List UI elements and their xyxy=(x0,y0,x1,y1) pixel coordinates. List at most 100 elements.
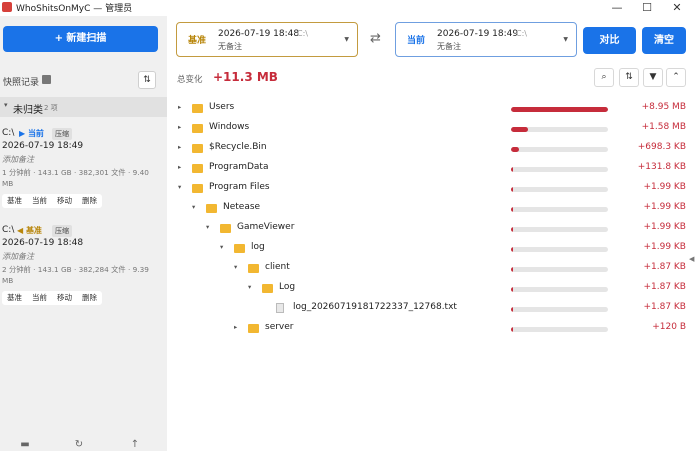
size-change-value: +1.87 KB xyxy=(643,282,686,292)
upload-icon[interactable]: ↑ xyxy=(128,439,142,450)
tree-row[interactable]: ▾ GameViewer +1.99 KB xyxy=(168,219,688,239)
size-change-bar xyxy=(511,167,608,172)
tree-row[interactable]: log_20260719181722337_12768.txt +1.87 KB xyxy=(168,299,688,319)
tree-item-name: client xyxy=(265,262,290,272)
chevron-right-icon[interactable]: ▸ xyxy=(178,103,181,111)
add-note-link[interactable]: 添加备注 xyxy=(2,251,34,262)
filter-icon[interactable]: ▼ xyxy=(643,68,663,87)
size-change-bar xyxy=(511,267,608,272)
delete-button[interactable]: 删除 xyxy=(77,194,102,208)
search-icon[interactable]: ⌕ xyxy=(594,68,614,87)
add-note-link[interactable]: 添加备注 xyxy=(2,154,34,165)
group-caret-icon[interactable]: ▾ xyxy=(4,101,8,109)
tree-item-name: log xyxy=(251,242,265,252)
size-change-bar-fill xyxy=(511,307,513,312)
minimize-icon[interactable]: — xyxy=(602,0,632,16)
base-label: 基准 xyxy=(188,36,207,46)
tree-row[interactable]: ▾ Netease +1.99 KB xyxy=(168,199,688,219)
folder-icon[interactable]: ▬ xyxy=(18,439,32,450)
group-name: 未归类 xyxy=(13,105,43,116)
tree-row[interactable]: ▸ ProgramData +131.8 KB xyxy=(168,159,688,179)
snapshot-info: 2 分钟前 · 143.1 GB · 382,284 文件 · 9.39 MB xyxy=(2,265,149,285)
set-current-button[interactable]: 当前 xyxy=(27,291,52,305)
size-change-bar xyxy=(511,287,608,292)
set-current-button[interactable]: 当前 xyxy=(27,194,52,208)
tree-item-name: Netease xyxy=(223,202,261,212)
clear-button[interactable]: 清空 xyxy=(642,27,686,54)
group-count: 2 项 xyxy=(44,104,58,112)
app-logo-icon xyxy=(2,2,12,12)
sort-icon[interactable]: ⇅ xyxy=(619,68,639,87)
base-drive: C:\ xyxy=(297,29,308,38)
size-change-value: +698.3 KB xyxy=(637,142,686,152)
total-change-label: 总变化 xyxy=(177,75,203,85)
refresh-icon[interactable]: ↻ xyxy=(72,439,86,450)
snapshot-time: 2026-07-19 18:49 xyxy=(2,141,84,151)
chevron-right-icon[interactable]: ▸ xyxy=(178,143,181,151)
close-icon[interactable]: ✕ xyxy=(662,0,692,16)
chevron-down-icon[interactable]: ▾ xyxy=(220,243,223,251)
move-button[interactable]: 移动 xyxy=(52,194,77,208)
size-change-bar xyxy=(511,227,608,232)
tree-item-name: Program Files xyxy=(209,182,270,192)
tree-row[interactable]: ▾ log +1.99 KB xyxy=(168,239,688,259)
collapse-icon[interactable]: ⌃ xyxy=(666,68,686,87)
scroll-handle-icon[interactable]: ◀ xyxy=(689,255,694,263)
snapshot-card[interactable]: C:\ ◀ 基准 压缩 2026-07-19 18:48 添加备注 2 分钟前 … xyxy=(0,221,167,311)
chevron-down-icon[interactable]: ▾ xyxy=(206,223,209,231)
tree-row[interactable]: ▸ server +120 B xyxy=(168,319,688,339)
tree-row[interactable]: ▾ Log +1.87 KB xyxy=(168,279,688,299)
size-change-bar-fill xyxy=(511,187,513,192)
tree-row[interactable]: ▾ client +1.87 KB xyxy=(168,259,688,279)
folder-icon xyxy=(192,144,203,153)
delete-button[interactable]: 删除 xyxy=(77,291,102,305)
chevron-right-icon[interactable]: ▸ xyxy=(178,163,181,171)
folder-icon xyxy=(192,164,203,173)
size-change-bar-fill xyxy=(511,327,513,332)
base-note: 无备注 xyxy=(218,42,242,51)
compressed-badge: 压缩 xyxy=(52,225,72,237)
tree-item-name: log_20260719181722337_12768.txt xyxy=(293,302,457,312)
snapshot-actions: 基准 当前 移动 删除 xyxy=(2,194,102,208)
swap-icon[interactable]: ⇄ xyxy=(370,31,381,46)
base-date: 2026-07-19 18:48 xyxy=(218,29,300,39)
chevron-down-icon: ▼ xyxy=(563,36,568,43)
size-change-value: +1.87 KB xyxy=(643,262,686,272)
window-title: WhoShitsOnMyC — 管理员 xyxy=(16,4,133,14)
chevron-down-icon: ▼ xyxy=(344,36,349,43)
snapshot-card[interactable]: C:\ ▶ 当前 压缩 2026-07-19 18:49 添加备注 1 分钟前 … xyxy=(0,124,167,214)
tree-row[interactable]: ▸ $Recycle.Bin +698.3 KB xyxy=(168,139,688,159)
chevron-right-icon[interactable]: ▸ xyxy=(178,123,181,131)
compare-button[interactable]: 对比 xyxy=(583,27,636,54)
tree-item-name: $Recycle.Bin xyxy=(209,142,267,152)
new-scan-button[interactable]: + 新建扫描 xyxy=(3,26,158,52)
size-change-bar-fill xyxy=(511,227,513,232)
size-change-bar-fill xyxy=(511,107,608,112)
set-base-button[interactable]: 基准 xyxy=(2,291,27,305)
set-base-button[interactable]: 基准 xyxy=(2,194,27,208)
size-change-bar-fill xyxy=(511,147,519,152)
chevron-down-icon[interactable]: ▾ xyxy=(234,263,237,271)
compressed-badge: 压缩 xyxy=(52,128,72,140)
tree-row[interactable]: ▾ Program Files +1.99 KB xyxy=(168,179,688,199)
sort-snapshots-button[interactable]: ⇅ xyxy=(138,71,156,89)
tree-item-name: GameViewer xyxy=(237,222,295,232)
chevron-down-icon[interactable]: ▾ xyxy=(248,283,251,291)
chevron-down-icon[interactable]: ▾ xyxy=(178,183,181,191)
maximize-icon[interactable]: ☐ xyxy=(632,0,662,16)
current-snapshot-select[interactable]: 当前 2026-07-19 18:49 C:\ 无备注 ▼ xyxy=(395,22,577,57)
total-change-value: +11.3 MB xyxy=(213,70,278,84)
folder-icon xyxy=(248,324,259,333)
tree-row[interactable]: ▸ Windows +1.58 MB xyxy=(168,119,688,139)
size-change-value: +1.99 KB xyxy=(643,182,686,192)
tree-row[interactable]: ▸ Users +8.95 MB xyxy=(168,99,688,119)
size-change-bar xyxy=(511,107,608,112)
size-change-bar xyxy=(511,247,608,252)
chevron-down-icon[interactable]: ▾ xyxy=(192,203,195,211)
size-change-value: +1.58 MB xyxy=(641,122,686,132)
chevron-right-icon[interactable]: ▸ xyxy=(234,323,237,331)
size-change-value: +1.99 KB xyxy=(643,242,686,252)
size-change-bar-fill xyxy=(511,267,513,272)
move-button[interactable]: 移动 xyxy=(52,291,77,305)
base-snapshot-select[interactable]: 基准 2026-07-19 18:48 C:\ 无备注 ▼ xyxy=(176,22,358,57)
